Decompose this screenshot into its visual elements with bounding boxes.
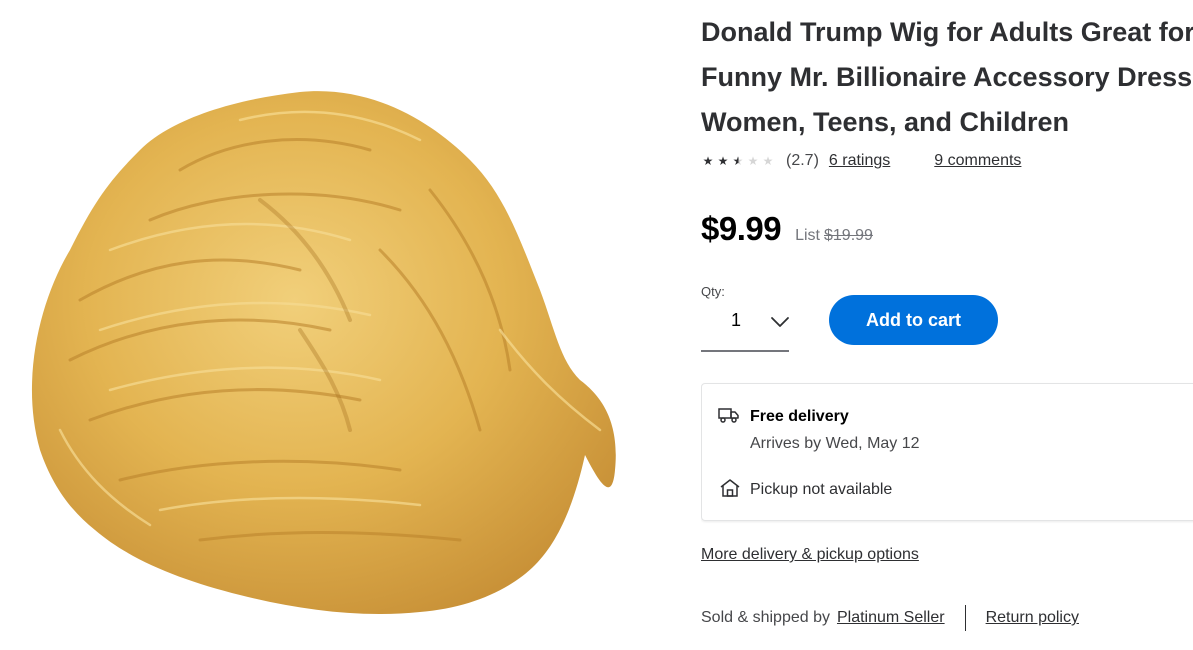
seller-link[interactable]: Platinum Seller xyxy=(837,609,945,627)
comments-link[interactable]: 9 comments xyxy=(934,152,1021,170)
ratings-link[interactable]: 6 ratings xyxy=(829,152,890,170)
return-policy-link[interactable]: Return policy xyxy=(986,609,1079,627)
star-full-icon: ★ xyxy=(702,154,715,168)
rating-row: ★ ★ ★ ★ ★ (2.7) 6 ratings 9 comments xyxy=(701,150,1022,172)
delivery-title: Free delivery xyxy=(750,408,849,425)
list-price: $19.99 xyxy=(824,227,873,244)
star-empty-icon: ★ xyxy=(747,154,760,168)
quantity-value: 1 xyxy=(731,310,742,330)
quantity-selector[interactable]: Qty: 1 xyxy=(701,284,789,352)
product-details: Donald Trump Wig for Adults Great for Fu… xyxy=(701,0,1193,650)
star-half-icon: ★ xyxy=(732,154,745,168)
chevron-down-icon[interactable] xyxy=(769,311,791,333)
product-image[interactable] xyxy=(0,0,650,650)
delivery-arrival: Arrives by Wed, May 12 xyxy=(750,435,920,452)
rating-value: (2.7) xyxy=(786,152,819,169)
seller-row: Sold & shipped by Platinum Seller Return… xyxy=(701,605,1079,631)
more-delivery-options-link[interactable]: More delivery & pickup options xyxy=(701,546,919,564)
current-price: $9.99 xyxy=(701,210,782,247)
sold-by-label: Sold & shipped by xyxy=(701,609,830,626)
star-empty-icon: ★ xyxy=(762,154,775,168)
product-title: Donald Trump Wig for Adults Great for Fu… xyxy=(701,10,1193,145)
title-line-1: Donald Trump Wig for Adults Great for xyxy=(701,17,1193,47)
quantity-underline xyxy=(701,350,789,352)
price-row: $9.99 List $19.99 xyxy=(701,210,873,248)
pickup-status: Pickup not available xyxy=(750,481,893,498)
store-icon xyxy=(720,479,740,497)
list-price-label: List xyxy=(795,227,820,244)
quantity-label: Qty: xyxy=(701,284,725,299)
star-full-icon: ★ xyxy=(717,154,730,168)
fulfillment-card: Free delivery Arrives by Wed, May 12 Pic… xyxy=(701,383,1193,521)
truck-icon xyxy=(718,408,739,423)
add-to-cart-button[interactable]: Add to cart xyxy=(829,295,998,345)
title-line-3: Women, Teens, and Children xyxy=(701,107,1070,137)
divider xyxy=(964,605,966,631)
star-rating: ★ ★ ★ ★ ★ xyxy=(701,154,776,168)
wig-image xyxy=(31,91,616,615)
title-line-2: Funny Mr. Billionaire Accessory Dress Up xyxy=(701,62,1193,92)
